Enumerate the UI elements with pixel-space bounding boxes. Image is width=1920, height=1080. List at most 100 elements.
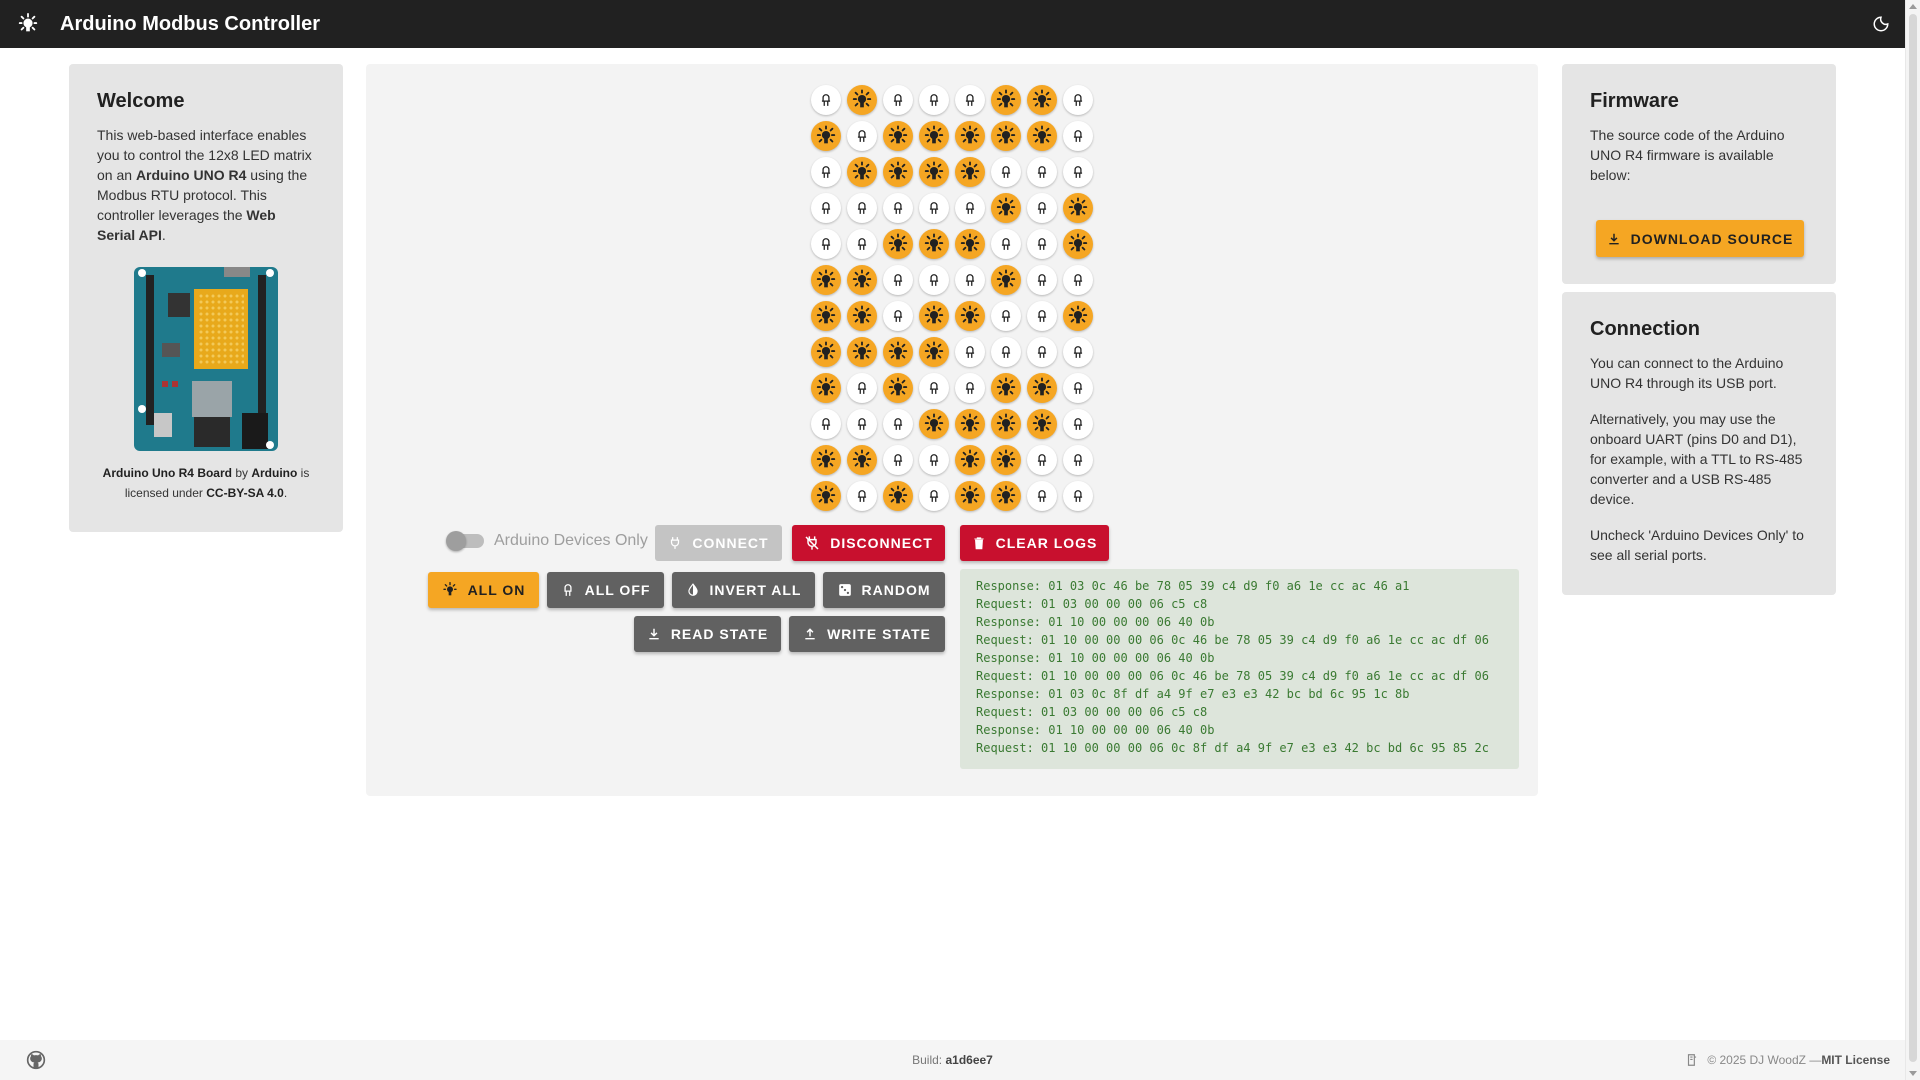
led-cell[interactable] — [1063, 481, 1093, 511]
led-cell[interactable] — [991, 265, 1021, 295]
led-cell[interactable] — [847, 193, 877, 223]
all-off-button[interactable]: ALL OFF — [547, 572, 664, 608]
license-link[interactable]: MIT License — [1821, 1053, 1890, 1067]
led-cell[interactable] — [1027, 373, 1057, 403]
led-cell[interactable] — [991, 409, 1021, 439]
led-cell[interactable] — [811, 265, 841, 295]
led-cell[interactable] — [1063, 229, 1093, 259]
led-cell[interactable] — [955, 373, 985, 403]
led-cell[interactable] — [883, 157, 913, 187]
led-cell[interactable] — [955, 265, 985, 295]
invert-all-button[interactable]: INVERT ALL — [672, 572, 815, 608]
theme-toggle-moon-icon[interactable] — [1869, 12, 1893, 36]
led-cell[interactable] — [919, 373, 949, 403]
led-cell[interactable] — [1063, 85, 1093, 115]
led-cell[interactable] — [811, 337, 841, 367]
random-button[interactable]: RANDOM — [823, 572, 945, 608]
led-cell[interactable] — [955, 157, 985, 187]
led-cell[interactable] — [955, 301, 985, 331]
led-cell[interactable] — [847, 265, 877, 295]
led-cell[interactable] — [919, 85, 949, 115]
led-cell[interactable] — [1063, 301, 1093, 331]
led-cell[interactable] — [847, 445, 877, 475]
led-cell[interactable] — [955, 409, 985, 439]
led-cell[interactable] — [919, 229, 949, 259]
led-cell[interactable] — [811, 121, 841, 151]
led-cell[interactable] — [1027, 481, 1057, 511]
led-cell[interactable] — [955, 229, 985, 259]
led-cell[interactable] — [1063, 121, 1093, 151]
led-cell[interactable] — [883, 301, 913, 331]
led-cell[interactable] — [1027, 193, 1057, 223]
led-cell[interactable] — [919, 301, 949, 331]
led-cell[interactable] — [1027, 445, 1057, 475]
led-cell[interactable] — [811, 157, 841, 187]
led-cell[interactable] — [1063, 193, 1093, 223]
log-output[interactable]: Response: 01 03 0c 46 be 78 05 39 c4 d9 … — [960, 569, 1519, 769]
page-scrollbar[interactable] — [1905, 0, 1920, 1080]
led-cell[interactable] — [811, 481, 841, 511]
led-cell[interactable] — [1063, 157, 1093, 187]
all-on-button[interactable]: ALL ON — [428, 572, 539, 608]
led-cell[interactable] — [991, 121, 1021, 151]
led-cell[interactable] — [883, 121, 913, 151]
led-cell[interactable] — [1027, 121, 1057, 151]
download-source-button[interactable]: DOWNLOAD SOURCE — [1596, 220, 1804, 257]
led-cell[interactable] — [991, 157, 1021, 187]
led-cell[interactable] — [1027, 409, 1057, 439]
led-cell[interactable] — [955, 337, 985, 367]
switch-knob[interactable] — [446, 531, 466, 551]
disconnect-button[interactable]: DISCONNECT — [792, 525, 945, 561]
led-cell[interactable] — [883, 409, 913, 439]
arduino-only-switch[interactable]: Arduino Devices Only — [446, 531, 648, 551]
led-cell[interactable] — [991, 229, 1021, 259]
led-cell[interactable] — [1027, 337, 1057, 367]
led-cell[interactable] — [991, 445, 1021, 475]
led-cell[interactable] — [883, 265, 913, 295]
scroll-up-arrow[interactable] — [1909, 4, 1917, 9]
led-cell[interactable] — [847, 121, 877, 151]
led-cell[interactable] — [955, 193, 985, 223]
led-cell[interactable] — [991, 301, 1021, 331]
led-cell[interactable] — [991, 373, 1021, 403]
led-cell[interactable] — [1063, 373, 1093, 403]
led-cell[interactable] — [847, 85, 877, 115]
led-cell[interactable] — [991, 337, 1021, 367]
led-cell[interactable] — [1027, 229, 1057, 259]
led-cell[interactable] — [883, 445, 913, 475]
led-cell[interactable] — [1027, 157, 1057, 187]
led-cell[interactable] — [883, 481, 913, 511]
led-cell[interactable] — [847, 229, 877, 259]
led-cell[interactable] — [811, 409, 841, 439]
led-cell[interactable] — [919, 157, 949, 187]
led-cell[interactable] — [1027, 265, 1057, 295]
led-cell[interactable] — [811, 445, 841, 475]
led-cell[interactable] — [811, 229, 841, 259]
led-cell[interactable] — [1063, 337, 1093, 367]
led-cell[interactable] — [1063, 445, 1093, 475]
led-cell[interactable] — [1063, 265, 1093, 295]
led-cell[interactable] — [955, 121, 985, 151]
connect-button[interactable]: CONNECT — [655, 525, 782, 561]
led-cell[interactable] — [1027, 85, 1057, 115]
led-cell[interactable] — [811, 85, 841, 115]
led-cell[interactable] — [811, 193, 841, 223]
led-cell[interactable] — [919, 445, 949, 475]
scrollbar-thumb[interactable] — [1909, 14, 1917, 1062]
led-cell[interactable] — [883, 337, 913, 367]
led-cell[interactable] — [955, 445, 985, 475]
led-cell[interactable] — [1027, 301, 1057, 331]
led-cell[interactable] — [919, 409, 949, 439]
led-cell[interactable] — [847, 337, 877, 367]
led-cell[interactable] — [991, 481, 1021, 511]
led-cell[interactable] — [847, 301, 877, 331]
led-cell[interactable] — [847, 409, 877, 439]
led-cell[interactable] — [883, 193, 913, 223]
led-cell[interactable] — [811, 301, 841, 331]
scroll-down-arrow[interactable] — [1909, 1071, 1917, 1076]
led-cell[interactable] — [1063, 409, 1093, 439]
led-cell[interactable] — [991, 85, 1021, 115]
write-state-button[interactable]: WRITE STATE — [789, 616, 945, 652]
led-cell[interactable] — [847, 373, 877, 403]
led-cell[interactable] — [883, 373, 913, 403]
